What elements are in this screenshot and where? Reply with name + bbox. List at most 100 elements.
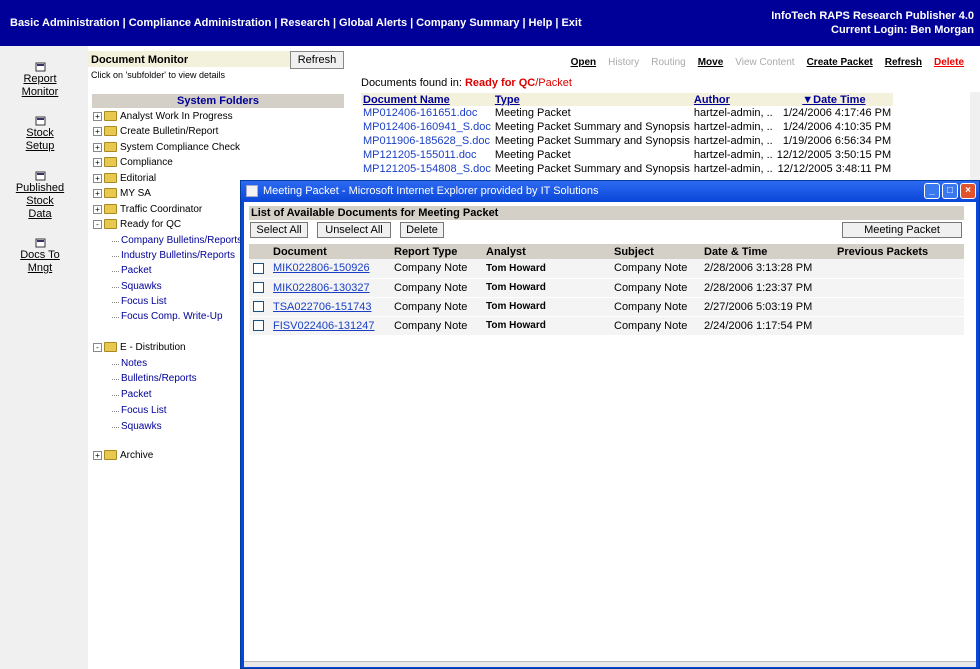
tree-expand-icon[interactable]: + xyxy=(93,111,102,121)
table-row[interactable]: MIK022806-150926 Company Note Tom Howard… xyxy=(249,259,964,279)
tree-expand-icon[interactable]: + xyxy=(93,126,102,136)
open-action[interactable]: Open xyxy=(571,57,597,68)
tree-node-ready-for-qc[interactable]: - Ready for QC xyxy=(93,218,181,232)
window-title-bar[interactable]: Meeting Packet - Microsoft Internet Expl… xyxy=(241,181,979,202)
document-link[interactable]: FISV022406-131247 xyxy=(273,320,375,332)
table-row[interactable]: TSA022706-151743 Company Note Tom Howard… xyxy=(249,297,964,317)
nav-published-stock-data[interactable]: Published Stock Data xyxy=(0,171,80,221)
nav-help[interactable]: Help xyxy=(529,17,553,29)
tree-child-edist-packet[interactable]: Packet xyxy=(112,388,152,402)
tree-node-create-bulletin[interactable]: + Create Bulletin/Report xyxy=(93,125,218,139)
nav-published-line1[interactable]: Published xyxy=(16,182,64,194)
tree-expand-icon[interactable]: + xyxy=(93,173,102,183)
tree-collapse-icon[interactable]: - xyxy=(93,219,102,229)
row-checkbox[interactable] xyxy=(253,320,264,332)
col-type[interactable]: Type xyxy=(492,93,692,106)
tree-expand-icon[interactable]: + xyxy=(93,188,102,198)
row-checkbox[interactable] xyxy=(253,301,264,313)
table-row[interactable]: MP121205-154808_S.doc Meeting Packet Sum… xyxy=(361,162,893,176)
table-row[interactable]: MP012406-161651.doc Meeting Packet hartz… xyxy=(361,106,893,120)
doc-name[interactable]: MP012406-161651.doc xyxy=(361,106,493,120)
close-icon[interactable]: × xyxy=(960,183,976,199)
tree-node-label[interactable]: MY SA xyxy=(120,188,151,199)
nav-exit[interactable]: Exit xyxy=(561,17,581,29)
row-checkbox[interactable] xyxy=(253,282,264,294)
table-row[interactable]: FISV022406-131247 Company Note Tom Howar… xyxy=(249,316,964,336)
tree-node-label[interactable]: Create Bulletin/Report xyxy=(120,126,218,137)
tree-node-label[interactable]: Archive xyxy=(120,450,153,461)
tree-node-my-sa[interactable]: + MY SA xyxy=(93,187,151,201)
doc-name[interactable]: MP012406-160941_S.doc xyxy=(361,120,493,134)
nav-report-monitor-line2[interactable]: Monitor xyxy=(22,86,59,98)
nav-research[interactable]: Research xyxy=(280,17,330,29)
tree-node-label[interactable]: System Compliance Check xyxy=(120,142,240,153)
document-link[interactable]: MIK022806-150926 xyxy=(273,262,370,274)
nav-docs-line1[interactable]: Docs To xyxy=(20,249,60,261)
tree-expand-icon[interactable]: + xyxy=(93,142,102,152)
tree-node-label[interactable]: E - Distribution xyxy=(120,342,186,353)
tree-expand-icon[interactable]: + xyxy=(93,157,102,167)
nav-report-monitor[interactable]: Report Monitor xyxy=(0,62,80,99)
meeting-packet-button[interactable]: Meeting Packet xyxy=(842,222,962,238)
tree-child-company-bulletins[interactable]: Company Bulletins/Reports xyxy=(111,234,242,248)
table-row[interactable]: MP011906-185628_S.doc Meeting Packet Sum… xyxy=(361,134,893,148)
nav-global-alerts[interactable]: Global Alerts xyxy=(339,17,407,29)
tree-node-label[interactable]: Traffic Coordinator xyxy=(120,204,202,215)
table-row[interactable]: MIK022806-130327 Company Note Tom Howard… xyxy=(249,278,964,298)
row-checkbox[interactable] xyxy=(253,262,264,274)
nav-report-monitor-line1[interactable]: Report xyxy=(23,73,56,85)
refresh-action[interactable]: Refresh xyxy=(885,57,922,68)
col-document-name[interactable]: Document Name xyxy=(361,93,493,106)
nav-compliance-administration[interactable]: Compliance Administration xyxy=(129,17,272,29)
nav-published-line3[interactable]: Data xyxy=(28,208,51,220)
select-all-button[interactable]: Select All xyxy=(250,222,308,238)
document-link[interactable]: MIK022806-130327 xyxy=(273,282,370,294)
nav-company-summary[interactable]: Company Summary xyxy=(416,17,519,29)
minimize-icon[interactable]: _ xyxy=(924,183,940,199)
tree-child-edist-focus-list[interactable]: Focus List xyxy=(112,404,167,418)
create-packet-action[interactable]: Create Packet xyxy=(807,57,873,68)
nav-basic-administration[interactable]: Basic Administration xyxy=(10,17,120,29)
tree-node-editorial[interactable]: + Editorial xyxy=(93,172,156,186)
tree-child-packet[interactable]: Packet xyxy=(112,264,152,278)
tree-child-edist-squawks[interactable]: Squawks xyxy=(112,420,162,434)
nav-stock-setup-line2[interactable]: Setup xyxy=(26,140,55,152)
tree-node-compliance[interactable]: + Compliance xyxy=(93,156,173,170)
tree-node-analyst-wip[interactable]: + Analyst Work In Progress xyxy=(93,110,233,124)
move-action[interactable]: Move xyxy=(698,57,724,68)
doc-name[interactable]: MP121205-155011.doc xyxy=(361,148,493,162)
tree-child-focus-list[interactable]: Focus List xyxy=(112,295,167,309)
tree-expand-icon[interactable]: + xyxy=(93,450,102,460)
maximize-icon[interactable]: □ xyxy=(942,183,958,199)
tree-child-bulletins-reports[interactable]: Bulletins/Reports xyxy=(112,372,197,386)
nav-stock-setup-line1[interactable]: Stock xyxy=(26,127,54,139)
tree-node-label[interactable]: Compliance xyxy=(120,157,173,168)
nav-published-line2[interactable]: Stock xyxy=(26,195,54,207)
col-date-time[interactable]: ▼Date Time xyxy=(774,93,894,106)
tree-child-squawks[interactable]: Squawks xyxy=(112,280,162,294)
delete-action[interactable]: Delete xyxy=(934,57,964,68)
nav-docs-line2[interactable]: Mngt xyxy=(28,262,52,274)
tree-collapse-icon[interactable]: - xyxy=(93,342,102,352)
document-link[interactable]: TSA022706-151743 xyxy=(273,301,371,313)
tree-node-e-distribution[interactable]: - E - Distribution xyxy=(93,341,186,355)
nav-docs-to-mngt[interactable]: Docs To Mngt xyxy=(0,238,80,275)
col-author[interactable]: Author xyxy=(691,93,775,106)
table-row[interactable]: MP012406-160941_S.doc Meeting Packet Sum… xyxy=(361,120,893,134)
delete-button[interactable]: Delete xyxy=(400,222,444,238)
nav-stock-setup[interactable]: Stock Setup xyxy=(0,116,80,153)
table-row[interactable]: MP121205-155011.doc Meeting Packet hartz… xyxy=(361,148,893,162)
tree-node-system-compliance-check[interactable]: + System Compliance Check xyxy=(93,141,240,155)
tree-child-notes[interactable]: Notes xyxy=(111,357,147,371)
tree-node-archive[interactable]: + Archive xyxy=(93,449,153,463)
doc-name[interactable]: MP011906-185628_S.doc xyxy=(361,134,493,148)
tree-node-label[interactable]: Ready for QC xyxy=(120,219,181,230)
tree-node-traffic-coordinator[interactable]: + Traffic Coordinator xyxy=(93,203,202,217)
unselect-all-button[interactable]: Unselect All xyxy=(317,222,391,238)
tree-child-industry-bulletins[interactable]: Industry Bulletins/Reports xyxy=(112,249,235,263)
tree-expand-icon[interactable]: + xyxy=(93,204,102,214)
doc-name[interactable]: MP121205-154808_S.doc xyxy=(361,162,493,176)
tree-node-label[interactable]: Analyst Work In Progress xyxy=(120,111,233,122)
tree-node-label[interactable]: Editorial xyxy=(120,173,156,184)
monitor-refresh-button[interactable]: Refresh xyxy=(290,51,344,69)
